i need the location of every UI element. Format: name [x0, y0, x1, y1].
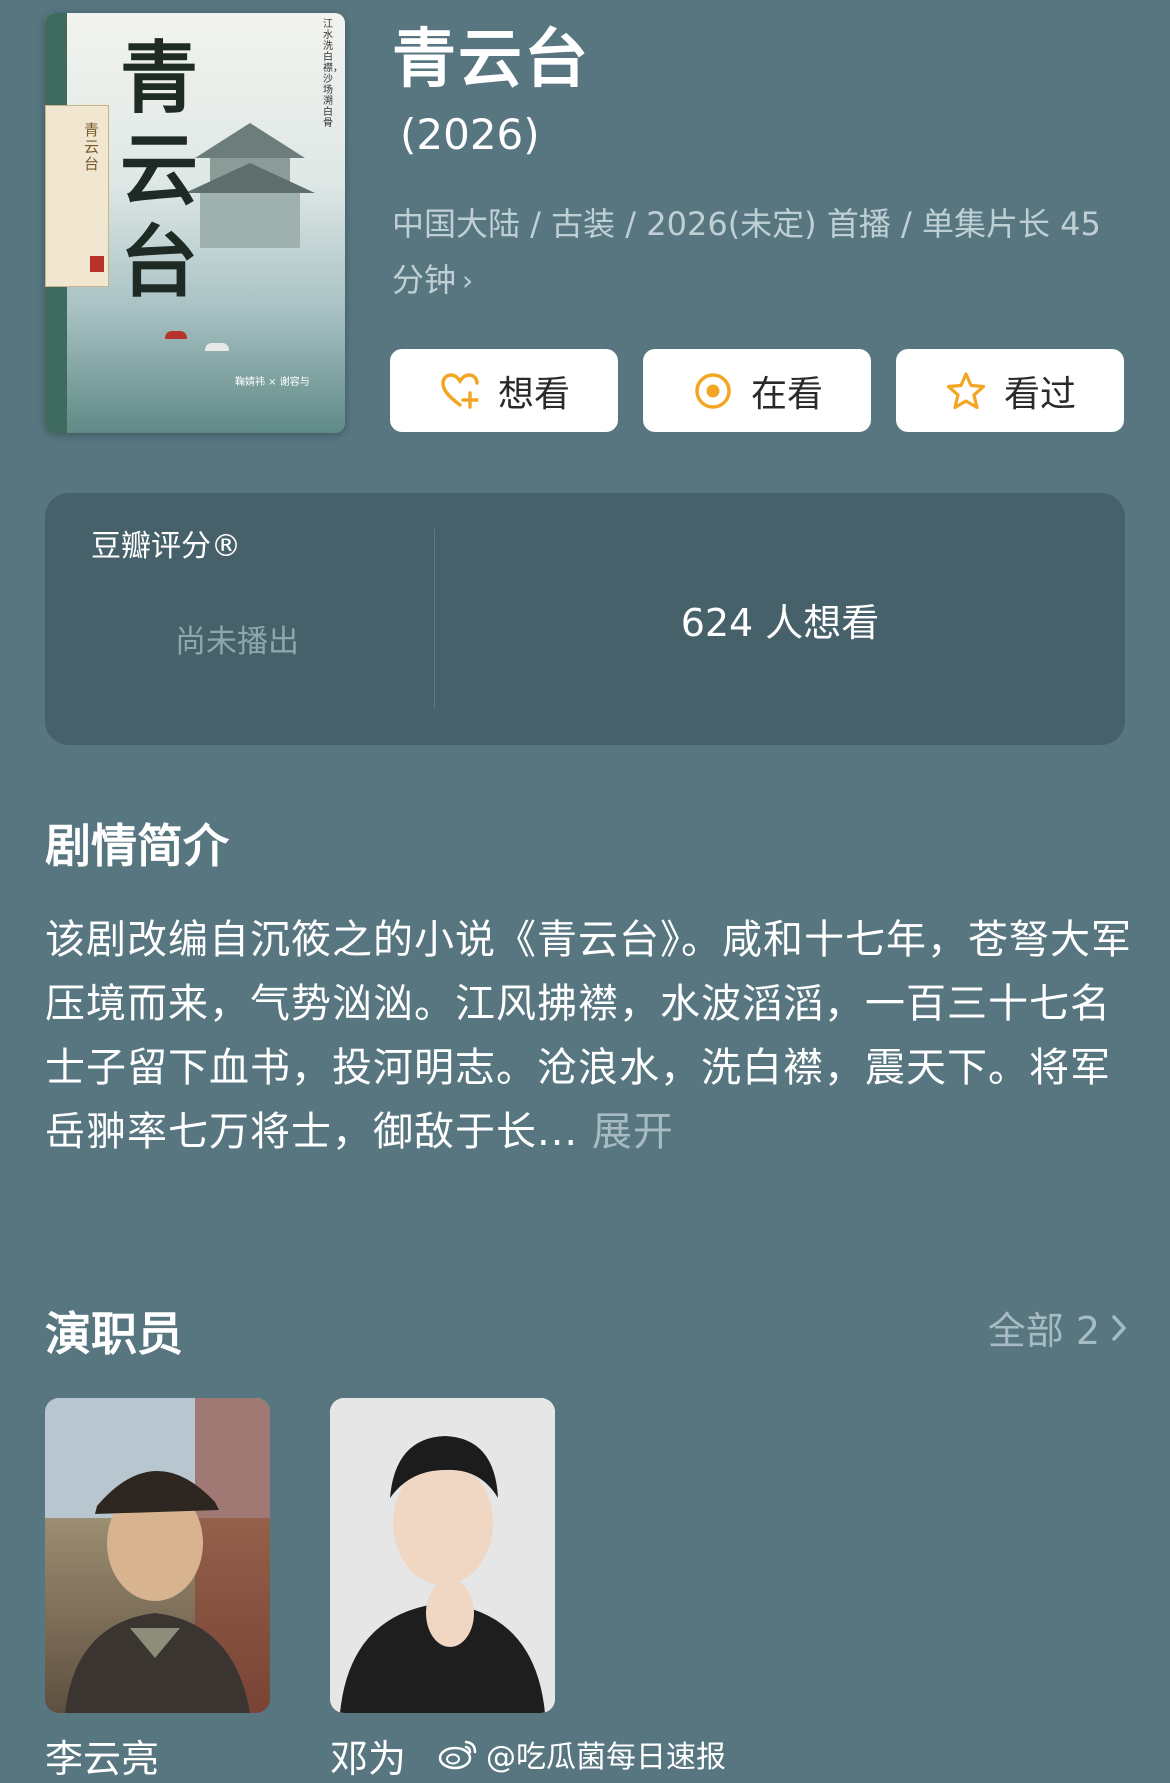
show-poster[interactable]: 青云台 青云台 江水洗白襟，沙场溯白骨 鞠婧祎 × 谢容与: [45, 13, 345, 433]
rating-panel: 豆瓣评分® 尚未播出 624 人想看: [45, 493, 1125, 745]
watermark-text: @吃瓜菌每日速报: [486, 1740, 726, 1775]
show-meta: 中国大陆 / 古装 / 2026(未定) 首播 / 单集片长 45 分钟: [392, 205, 1101, 299]
want-button[interactable]: 想看: [390, 349, 618, 432]
chevron-right-icon: [1112, 1314, 1126, 1341]
expand-link[interactable]: 展开: [592, 1109, 674, 1155]
poster-side-card: 青云台: [45, 105, 109, 287]
white-umbrella-icon: [205, 343, 229, 351]
watched-button-label: 看过: [1003, 373, 1076, 415]
cast-name-1[interactable]: 李云亮: [45, 1728, 159, 1783]
target-circle-icon: [695, 372, 731, 409]
cast-title: 演职员: [45, 1307, 183, 1361]
cast-photo-1[interactable]: [45, 1398, 270, 1713]
cast-portrait-2: [330, 1398, 555, 1713]
star-icon: [946, 371, 986, 409]
show-year: (2026): [400, 110, 540, 159]
watching-button-label: 在看: [750, 373, 823, 415]
want-count: 624 人想看: [680, 600, 880, 645]
red-umbrella-icon: [165, 331, 187, 339]
weibo-icon: [438, 1740, 477, 1770]
show-meta-link[interactable]: 中国大陆 / 古装 / 2026(未定) 首播 / 单集片长 45 分钟 ›: [392, 196, 1112, 309]
poster-calligraphy: 青云台: [120, 33, 199, 308]
heart-plus-icon: [441, 372, 479, 409]
cast-name-2[interactable]: 邓为: [330, 1728, 406, 1783]
poster-seal-icon: [90, 256, 104, 272]
poster-vertical-text: 江水洗白襟，沙场溯白骨: [323, 19, 343, 129]
want-button-label: 想看: [497, 373, 570, 415]
poster-credits: 鞠婧祎 × 谢容与: [235, 377, 310, 388]
watched-button[interactable]: 看过: [896, 349, 1124, 432]
rating-label: 豆瓣评分®: [91, 529, 241, 564]
chevron-right-icon: ›: [462, 264, 474, 297]
show-title: 青云台: [392, 23, 590, 97]
synopsis-text: 该剧改编自沉筱之的小说《青云台》。咸和十七年，苍弩大军压境而来，气势汹汹。江风拂…: [45, 917, 1132, 1155]
watching-button[interactable]: 在看: [643, 349, 871, 432]
poster-side-title: 青云台: [84, 121, 100, 173]
cast-all-label: 全部 2: [987, 1309, 1100, 1353]
cast-all-link[interactable]: 全部 2: [988, 1300, 1128, 1355]
cast-portrait-1: [45, 1398, 270, 1713]
synopsis-text-block: 该剧改编自沉筱之的小说《青云台》。咸和十七年，苍弩大军压境而来，气势汹汹。江风拂…: [45, 908, 1135, 1164]
synopsis-title: 剧情简介: [45, 819, 229, 873]
rating-status: 尚未播出: [175, 624, 299, 660]
cast-photo-2[interactable]: [330, 1398, 555, 1713]
weibo-watermark: @吃瓜菌每日速报: [438, 1732, 726, 1776]
